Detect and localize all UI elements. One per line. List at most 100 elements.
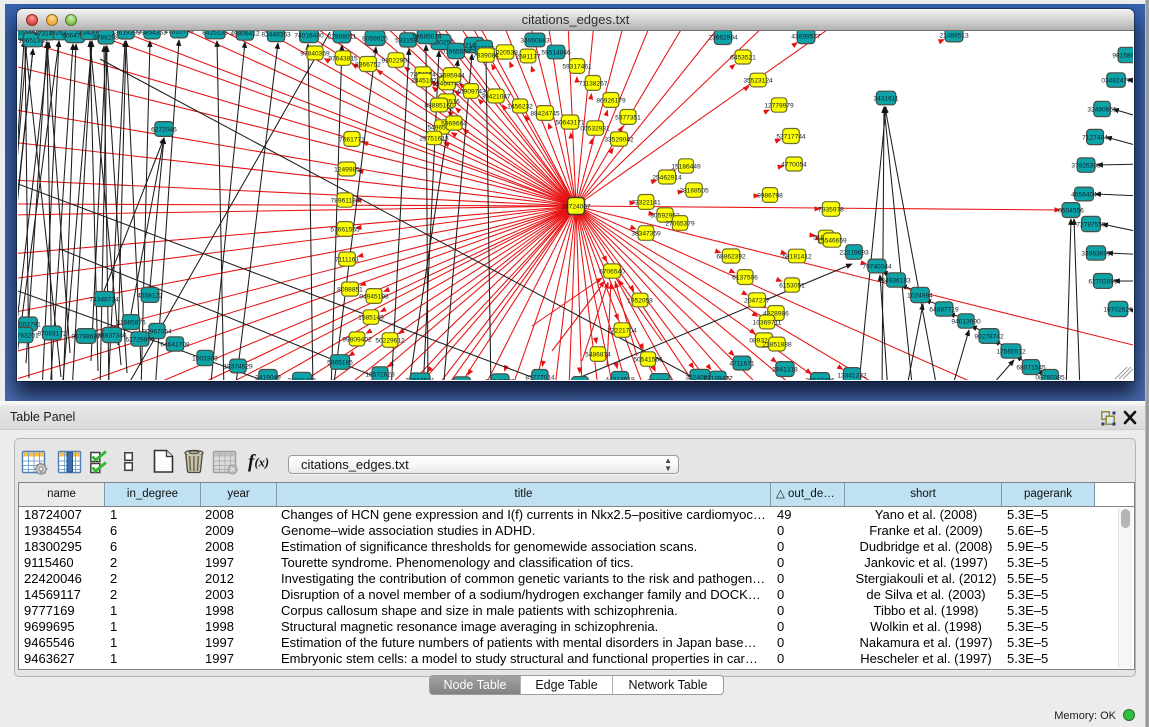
svg-text:16572628: 16572628: [365, 371, 395, 378]
svg-text:12779979: 12779979: [764, 102, 794, 109]
svg-text:44313518: 44313518: [605, 376, 635, 380]
svg-text:78961183: 78961183: [331, 197, 360, 204]
svg-text:08760385: 08760385: [1035, 374, 1065, 380]
svg-text:25462914: 25462914: [652, 174, 682, 181]
svg-text:71138267: 71138267: [579, 80, 608, 87]
svg-text:34936183: 34936183: [881, 277, 911, 284]
svg-text:10369711: 10369711: [753, 319, 782, 326]
svg-text:4658404: 4658404: [1071, 191, 1097, 198]
svg-text:1249985: 1249985: [334, 166, 360, 173]
svg-text:03482477: 03482477: [1101, 77, 1131, 84]
svg-text:21489513: 21489513: [939, 32, 969, 39]
svg-text:47510799: 47510799: [164, 31, 194, 35]
svg-text:8425135: 8425135: [202, 31, 228, 36]
svg-text:6137506: 6137506: [732, 274, 758, 281]
svg-text:18724007: 18724007: [561, 204, 591, 211]
svg-text:74016400: 74016400: [294, 32, 324, 39]
svg-text:96158657: 96158657: [1112, 52, 1133, 59]
svg-text:7935978: 7935978: [818, 206, 844, 213]
svg-text:83777014: 83777014: [525, 374, 555, 380]
svg-text:34060883: 34060883: [520, 37, 550, 44]
svg-text:64887719: 64887719: [929, 306, 959, 313]
svg-text:25546659: 25546659: [817, 237, 847, 244]
svg-text:27065379: 27065379: [665, 220, 695, 227]
svg-text:91022901: 91022901: [381, 57, 411, 64]
svg-text:36763201: 36763201: [18, 332, 39, 339]
svg-text:99854353: 99854353: [137, 31, 167, 36]
svg-text:6453521: 6453521: [730, 54, 756, 61]
svg-text:15186449: 15186449: [671, 163, 701, 170]
svg-text:7661771: 7661771: [339, 136, 365, 143]
svg-text:1456232: 1456232: [507, 103, 533, 110]
svg-text:4711671: 4711671: [729, 360, 755, 367]
svg-text:58181412: 58181412: [782, 253, 812, 260]
svg-text:88424745: 88424745: [530, 110, 560, 117]
svg-text:4558122: 4558122: [137, 292, 163, 299]
svg-text:33529042: 33529042: [604, 136, 634, 143]
svg-text:77694531: 77694531: [405, 377, 435, 380]
svg-text:4770054: 4770054: [781, 161, 807, 168]
svg-text:73322141: 73322141: [631, 199, 661, 206]
svg-text:31931491: 31931491: [287, 377, 317, 380]
svg-text:1585149: 1585149: [358, 314, 384, 321]
svg-text:8059826: 8059826: [362, 35, 388, 42]
svg-text:50229612: 50229612: [375, 337, 405, 344]
svg-text:38677496: 38677496: [805, 377, 835, 380]
svg-text:6706540: 6706540: [599, 268, 625, 275]
svg-text:90278742: 90278742: [974, 333, 1004, 340]
svg-text:82449353: 82449353: [261, 31, 291, 38]
svg-text:64641708: 64641708: [160, 341, 190, 348]
svg-text:22219693: 22219693: [839, 249, 869, 256]
svg-text:1952058: 1952058: [627, 297, 653, 304]
svg-text:7839084: 7839084: [473, 52, 499, 59]
svg-text:3749894: 3749894: [647, 378, 673, 380]
svg-text:27868011: 27868011: [328, 33, 357, 40]
svg-text:5969664: 5969664: [441, 120, 467, 127]
svg-text:2419049: 2419049: [255, 374, 281, 380]
svg-text:43699577: 43699577: [791, 33, 821, 40]
svg-text:3431611: 3431611: [873, 95, 899, 102]
svg-text:5486874: 5486874: [585, 351, 611, 358]
svg-text:33963605: 33963605: [1081, 250, 1111, 257]
svg-text:94013990: 94013990: [951, 318, 981, 325]
svg-text:5865185: 5865185: [327, 359, 353, 366]
svg-text:6153051: 6153051: [779, 282, 805, 289]
svg-text:29751613: 29751613: [419, 135, 449, 142]
svg-text:62729806: 62729806: [125, 336, 155, 343]
svg-text:35523124: 35523124: [743, 77, 773, 84]
svg-text:28168505: 28168505: [679, 187, 709, 194]
svg-text:6272046: 6272046: [151, 126, 177, 133]
svg-text:0504556: 0504556: [1058, 207, 1084, 214]
svg-text:83885160: 83885160: [424, 102, 454, 109]
svg-text:87083172: 87083172: [37, 330, 67, 337]
svg-text:17565512: 17565512: [996, 348, 1026, 355]
svg-text:2047277: 2047277: [744, 297, 770, 304]
svg-text:27109477: 27109477: [703, 375, 733, 380]
svg-text:3695944: 3695944: [439, 72, 465, 79]
svg-text:21851888: 21851888: [762, 341, 792, 348]
svg-text:23662994: 23662994: [708, 34, 738, 41]
svg-text:99809402: 99809402: [342, 336, 372, 343]
svg-text:79740344: 79740344: [862, 263, 892, 270]
svg-text:32480861: 32480861: [1087, 106, 1117, 113]
svg-text:2941318: 2941318: [772, 366, 798, 373]
svg-text:68071545: 68071545: [1016, 364, 1046, 371]
svg-text:50541566: 50541566: [633, 356, 663, 363]
svg-text:1003309: 1003309: [192, 355, 218, 362]
svg-text:58685014: 58685014: [412, 33, 442, 40]
svg-text:37826398: 37826398: [1071, 162, 1101, 169]
svg-text:8098851: 8098851: [337, 286, 363, 293]
svg-text:97840369: 97840369: [300, 50, 330, 57]
svg-text:49808412: 49808412: [230, 31, 260, 37]
svg-text:72787558: 72787558: [1076, 221, 1106, 228]
svg-text:39421047: 39421047: [481, 93, 511, 100]
svg-text:74348734: 74348734: [89, 296, 119, 303]
svg-text:77221704: 77221704: [607, 327, 637, 334]
svg-text:13341232: 13341232: [837, 372, 867, 379]
svg-text:7127484: 7127484: [1082, 134, 1108, 141]
svg-text:1024994: 1024994: [907, 292, 933, 299]
svg-text:52717744: 52717744: [776, 133, 806, 140]
svg-text:62702895: 62702895: [1088, 278, 1118, 285]
svg-text:86926179: 86926179: [596, 97, 626, 104]
svg-text:2445107: 2445107: [411, 77, 437, 84]
